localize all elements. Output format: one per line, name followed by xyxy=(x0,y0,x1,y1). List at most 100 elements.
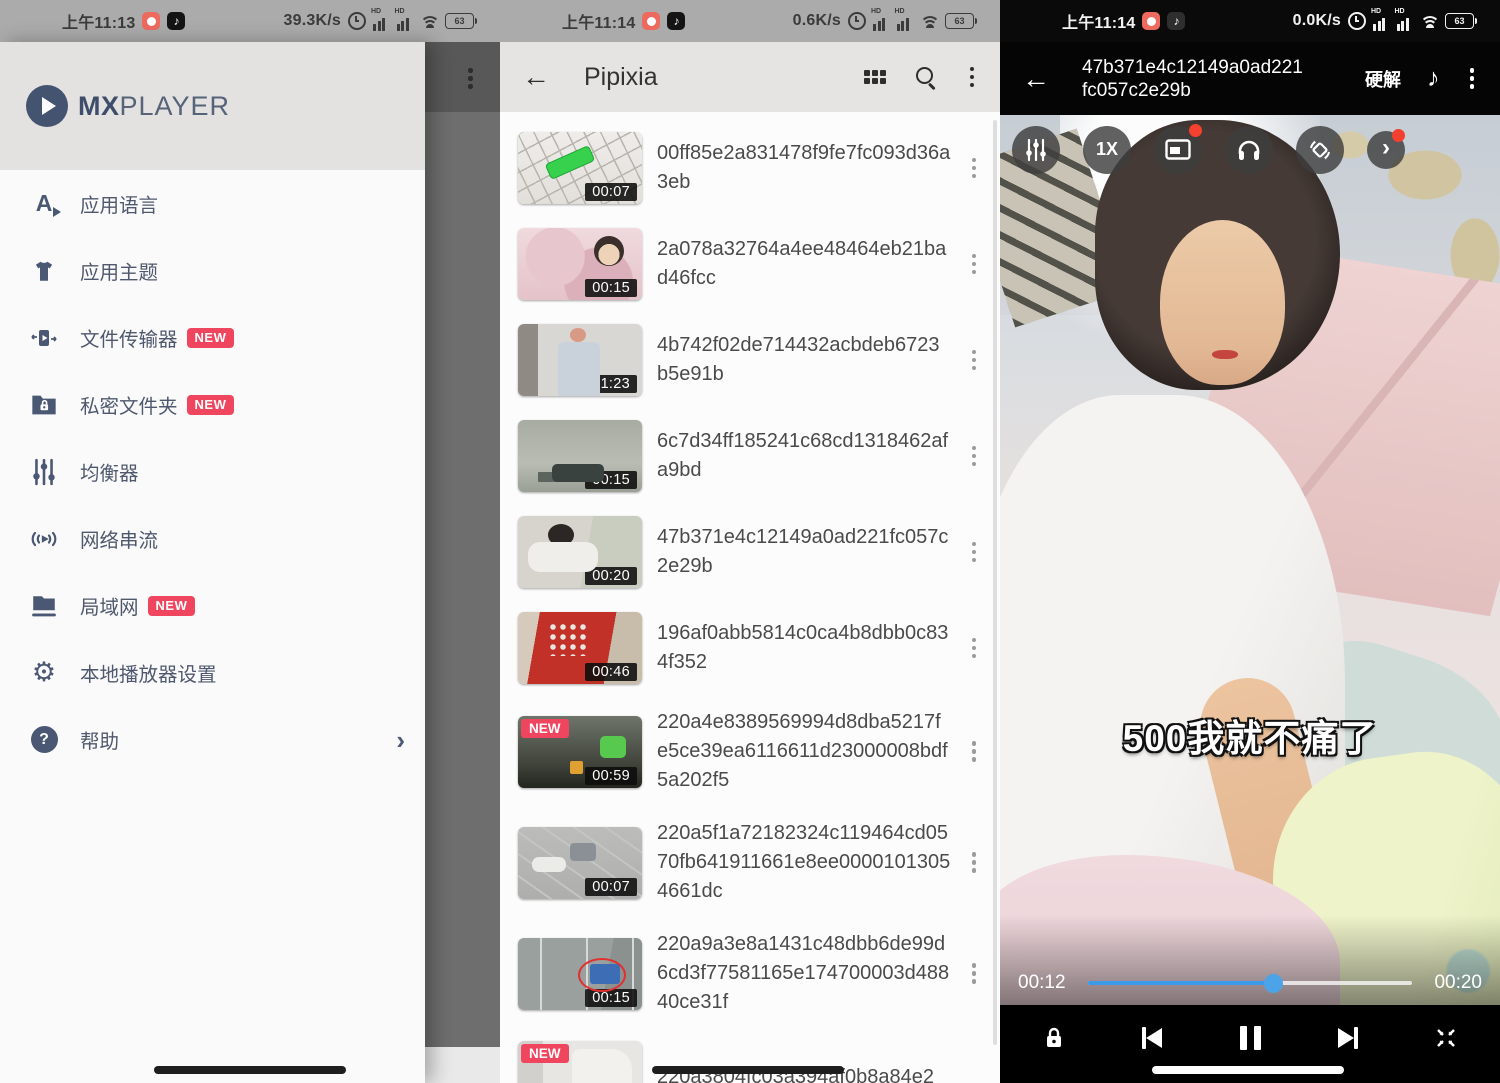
home-indicator[interactable] xyxy=(154,1066,346,1074)
screen-record-icon xyxy=(142,12,160,30)
tiktok-icon: ♪ xyxy=(1167,12,1185,30)
hw-decoder-toggle[interactable]: 硬解 xyxy=(1365,66,1401,92)
dimmed-gesture-strip xyxy=(425,1047,500,1083)
page-title: Pipixia xyxy=(584,63,864,92)
playback-speed-button[interactable]: 1X xyxy=(1083,126,1131,174)
elapsed-time: 00:12 xyxy=(1018,972,1074,994)
overflow-menu-icon[interactable] xyxy=(1466,64,1479,93)
video-thumbnail: 00:15 xyxy=(518,938,642,1010)
back-arrow-icon[interactable]: ← xyxy=(522,63,550,91)
overflow-menu-icon[interactable] xyxy=(462,62,479,95)
clock-text: 上午11:14 xyxy=(1062,9,1135,33)
seek-bar-thumb[interactable] xyxy=(1264,974,1283,993)
item-overflow-icon[interactable] xyxy=(966,440,983,473)
video-thumbnail: NEW xyxy=(518,1041,642,1083)
signal-icon: HD xyxy=(1397,11,1414,31)
drawer-item-equalizer[interactable]: 均衡器 xyxy=(0,438,425,505)
lock-button[interactable] xyxy=(1032,1016,1076,1060)
video-list-item[interactable]: 00:46 196af0abb5814c0ca4b8dbb0c834f352 xyxy=(500,600,1000,696)
network-speed-text: 0.0K/s xyxy=(1293,12,1341,30)
private-folder-icon xyxy=(22,392,66,418)
previous-button[interactable] xyxy=(1130,1016,1174,1060)
overflow-menu-icon[interactable] xyxy=(966,63,979,92)
seek-bar-row: 00:12 00:20 xyxy=(1000,962,1500,1004)
search-icon[interactable] xyxy=(916,67,936,87)
duration-badge: 01:23 xyxy=(585,375,637,393)
item-overflow-icon[interactable] xyxy=(966,846,983,879)
next-button[interactable] xyxy=(1326,1016,1370,1060)
video-list-item[interactable]: NEW 220a3804fc03a394af0b8a84e2 xyxy=(500,1029,1000,1083)
wifi-icon xyxy=(920,14,938,28)
video-list-item[interactable]: 00:07 00ff85e2a831478f9fe7fc093d36a3eb xyxy=(500,120,1000,216)
video-filename: 6c7d34ff185241c68cd1318462afa9bd xyxy=(657,427,951,485)
video-list-item[interactable]: 00:15 6c7d34ff185241c68cd1318462afa9bd xyxy=(500,408,1000,504)
seek-bar[interactable] xyxy=(1088,981,1412,985)
more-controls-button[interactable]: › xyxy=(1367,131,1405,169)
drawer-menu: A 应用语言 应用主题 xyxy=(0,170,425,773)
equalizer-button[interactable] xyxy=(1012,126,1060,174)
drawer-item-file-transfer[interactable]: 文件传输器 NEW xyxy=(0,304,425,371)
equalizer-icon xyxy=(22,458,66,486)
back-arrow-icon[interactable]: ← xyxy=(1022,65,1050,93)
home-indicator[interactable] xyxy=(652,1066,844,1074)
seek-bar-fill xyxy=(1088,981,1273,986)
duration-badge: 00:20 xyxy=(585,567,637,585)
pip-button[interactable] xyxy=(1154,126,1202,174)
tiktok-icon: ♪ xyxy=(667,12,685,30)
new-badge: NEW xyxy=(521,719,569,738)
drawer-item-help[interactable]: ? 帮助 › xyxy=(0,706,425,773)
item-overflow-icon[interactable] xyxy=(966,957,983,990)
video-thumbnail: 00:07 xyxy=(518,132,642,204)
duration-badge: 00:15 xyxy=(585,989,637,1007)
new-badge: NEW xyxy=(187,328,235,348)
video-list-item[interactable]: 00:15 2a078a32764a4ee48464eb21bad46fcc xyxy=(500,216,1000,312)
translate-icon: A xyxy=(22,192,66,215)
video-thumbnail: NEW 00:59 xyxy=(518,716,642,788)
network-speed-text: 39.3K/s xyxy=(284,12,341,30)
home-indicator[interactable] xyxy=(1152,1066,1344,1074)
grid-view-icon[interactable] xyxy=(864,70,886,84)
item-overflow-icon[interactable] xyxy=(966,152,983,185)
video-filename: 196af0abb5814c0ca4b8dbb0c834f352 xyxy=(657,619,951,677)
video-list-item[interactable]: NEW 00:59 220a4e8389569994d8dba5217fe5ce… xyxy=(500,696,1000,807)
signal-icon: HD xyxy=(1373,11,1390,31)
status-bar: 上午11:14 ♪ 0.6K/s HD HD 63 xyxy=(500,0,1000,42)
playing-video-title: 47b371e4c12149a0ad221 fc057c2e29b xyxy=(1082,56,1365,102)
video-filename: 2a078a32764a4ee48464eb21bad46fcc xyxy=(657,235,951,293)
gear-icon: ⚙ xyxy=(22,659,66,686)
drawer-item-local-player-settings[interactable]: ⚙ 本地播放器设置 xyxy=(0,639,425,706)
fullscreen-button[interactable] xyxy=(1424,1016,1468,1060)
video-list-item[interactable]: 01:23 4b742f02de714432acbdeb6723b5e91b xyxy=(500,312,1000,408)
alarm-icon xyxy=(1348,12,1366,30)
video-filename: 220a4e8389569994d8dba5217fe5ce39ea611661… xyxy=(657,708,951,795)
drawer-item-private-folder[interactable]: 私密文件夹 NEW xyxy=(0,371,425,438)
video-list-item[interactable]: 00:15 220a9a3e8a1431c48dbb6de99d6cd3f775… xyxy=(500,918,1000,1029)
item-overflow-icon[interactable] xyxy=(966,344,983,377)
item-overflow-icon[interactable] xyxy=(966,735,983,768)
item-overflow-icon[interactable] xyxy=(966,248,983,281)
pause-button[interactable] xyxy=(1228,1016,1272,1060)
video-thumbnail: 00:07 xyxy=(518,827,642,899)
status-bar: 上午11:13 ♪ 39.3K/s HD HD 63 xyxy=(0,0,500,42)
rotate-screen-button[interactable] xyxy=(1296,126,1344,174)
item-overflow-icon[interactable] xyxy=(966,632,983,665)
drawer-item-app-language[interactable]: A 应用语言 xyxy=(0,170,425,237)
video-filename: 220a5f1a72182324c119464cd0570fb641911661… xyxy=(657,819,951,906)
composite-screenshot: 上午11:13 ♪ 39.3K/s HD HD 63 MX PLAYER xyxy=(0,0,1500,1083)
list-scrollbar[interactable] xyxy=(993,120,997,1045)
new-badge: NEW xyxy=(187,395,235,415)
drawer-item-lan[interactable]: 局域网 NEW xyxy=(0,572,425,639)
drawer-item-app-theme[interactable]: 应用主题 xyxy=(0,237,425,304)
video-list-item[interactable]: 00:07 220a5f1a72182324c119464cd0570fb641… xyxy=(500,807,1000,918)
audio-track-icon[interactable]: ♪ xyxy=(1427,66,1440,91)
headphones-button[interactable] xyxy=(1225,126,1273,174)
video-surface[interactable] xyxy=(1000,115,1500,1005)
video-list-item[interactable]: 00:20 47b371e4c12149a0ad221fc057c2e29b xyxy=(500,504,1000,600)
notification-dot xyxy=(1392,129,1405,142)
video-thumbnail: 00:15 xyxy=(518,228,642,300)
duration-badge: 00:46 xyxy=(585,663,637,681)
item-overflow-icon[interactable] xyxy=(966,536,983,569)
drawer-item-network-stream[interactable]: 网络串流 xyxy=(0,505,425,572)
tiktok-icon: ♪ xyxy=(167,12,185,30)
network-stream-icon xyxy=(22,526,66,552)
